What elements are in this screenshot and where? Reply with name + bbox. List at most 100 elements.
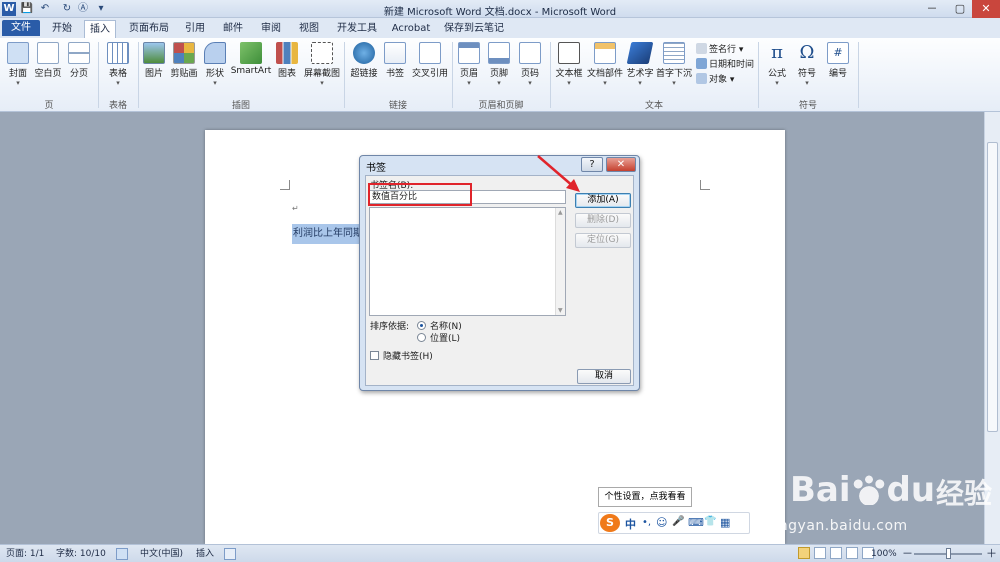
full-screen-reading-icon[interactable] (814, 547, 826, 559)
sort-by-position-radio[interactable]: 位置(L) (417, 331, 460, 344)
hidden-bookmarks-checkbox[interactable]: 隐藏书签(H) (370, 349, 433, 362)
tab-view[interactable]: 视图 (294, 20, 324, 38)
scroll-down-icon[interactable]: ▼ (558, 307, 563, 314)
maximize-button[interactable]: ▢ (946, 0, 974, 18)
symbol-button[interactable]: Ω 符号 ▾ (794, 42, 820, 87)
hyperlink-button[interactable]: 超链接 (348, 42, 380, 79)
tab-references[interactable]: 引用 (180, 20, 210, 38)
cover-page-button[interactable]: 封面 ▾ (4, 42, 32, 87)
bookmark-button[interactable]: 书签 (382, 42, 408, 79)
wordart-button[interactable]: 艺术字 ▾ (626, 42, 654, 87)
punctuation-icon[interactable]: •, (642, 517, 651, 528)
picture-button[interactable]: 图片 (142, 42, 166, 79)
numbering-button[interactable]: # 编号 (824, 42, 852, 79)
blank-page-button[interactable]: 空白页 (33, 42, 63, 79)
tab-page-layout[interactable]: 页面布局 (122, 20, 176, 38)
page-number-button[interactable]: 页码 ▾ (516, 42, 544, 87)
blank-page-icon (37, 42, 59, 64)
group-label-table: 表格 (108, 101, 127, 111)
goto-button[interactable]: 定位(G) (575, 233, 631, 248)
date-time-button[interactable]: 日期和时间 (696, 57, 754, 70)
delete-button[interactable]: 删除(D) (575, 213, 631, 228)
group-label-header-footer: 页眉和页脚 (478, 101, 524, 111)
paragraph-mark: ↵ (292, 204, 299, 213)
radio-icon (417, 333, 426, 342)
clip-art-icon (173, 42, 195, 64)
print-layout-view-icon[interactable] (798, 547, 810, 559)
shapes-icon (204, 42, 226, 64)
screenshot-button[interactable]: 屏幕截图 ▾ (302, 42, 342, 87)
header-icon (458, 42, 480, 64)
tab-file[interactable]: 文件 (2, 20, 40, 36)
keyboard-icon[interactable]: ⌨ (688, 516, 704, 529)
tab-insert[interactable]: 插入 (84, 20, 116, 39)
zoom-slider-thumb[interactable] (946, 548, 951, 559)
close-window-button[interactable]: ✕ (972, 0, 1000, 18)
footer-button[interactable]: 页脚 ▾ (486, 42, 512, 87)
page-count[interactable]: 页面: 1/1 (6, 547, 44, 561)
skin-icon[interactable]: 👕 (704, 516, 716, 527)
quick-parts-button[interactable]: 文档部件 ▾ (586, 42, 624, 87)
text-box-button[interactable]: 文本框 ▾ (554, 42, 584, 87)
numbering-icon: # (827, 42, 849, 64)
margin-corner-mark (700, 180, 710, 190)
word-count[interactable]: 字数: 10/10 (56, 547, 106, 561)
tab-developer[interactable]: 开发工具 (332, 20, 382, 38)
title-bar: W 💾 ↶ ↻ Ⓐ ▾ 新建 Microsoft Word 文档.docx - … (0, 0, 1000, 18)
emoji-icon[interactable]: ☺ (656, 516, 667, 529)
zoom-in-button[interactable]: ＋ (986, 547, 997, 561)
object-icon (696, 73, 707, 84)
toolbox-icon[interactable]: ▦ (720, 516, 730, 529)
signature-line-button[interactable]: 签名行 ▾ (696, 42, 743, 55)
group-label-pages: 页 (44, 101, 54, 111)
cross-reference-button[interactable]: 交叉引用 (410, 42, 450, 79)
bookmark-icon (384, 42, 406, 64)
margin-corner-mark (280, 180, 290, 190)
tab-save-cloud-note[interactable]: 保存到云笔记 (442, 20, 506, 38)
proofing-icon[interactable] (116, 548, 128, 560)
outline-view-icon[interactable] (846, 547, 858, 559)
paw-icon (850, 475, 887, 505)
annotation-arrow (537, 155, 580, 192)
scrollbar-thumb[interactable] (987, 142, 998, 432)
voice-icon[interactable]: 🎤 (672, 516, 684, 527)
zoom-level[interactable]: 100% (871, 547, 897, 561)
ribbon-separator (858, 42, 859, 108)
highlight-box (368, 183, 472, 206)
checkbox-icon (370, 351, 379, 360)
equation-button[interactable]: π 公式 ▾ (764, 42, 790, 87)
table-button[interactable]: 表格 ▾ (104, 42, 132, 87)
ime-mode-toggle[interactable]: 中 (625, 516, 636, 532)
header-button[interactable]: 页眉 ▾ (456, 42, 482, 87)
bookmark-list[interactable]: ▲ ▼ (369, 207, 566, 316)
sogou-logo-icon[interactable]: S (600, 514, 620, 532)
clip-art-button[interactable]: 剪贴画 (169, 42, 199, 79)
language-indicator[interactable]: 中文(中国) (140, 547, 183, 561)
selected-text[interactable]: 利润比上年同期 (292, 224, 360, 244)
chart-button[interactable]: 图表 (275, 42, 299, 79)
dialog-close-button[interactable]: ✕ (606, 157, 636, 172)
smartart-icon (240, 42, 262, 64)
tab-mailings[interactable]: 邮件 (218, 20, 248, 38)
scroll-up-icon[interactable]: ▲ (558, 209, 563, 216)
page-break-button[interactable]: 分页 (66, 42, 92, 79)
shapes-button[interactable]: 形状 ▾ (202, 42, 228, 87)
tab-review[interactable]: 审阅 (256, 20, 286, 38)
cancel-button[interactable]: 取消 (577, 369, 631, 384)
zoom-out-button[interactable]: － (902, 547, 913, 561)
group-label-text: 文本 (644, 101, 663, 111)
watermark-url: jingyan.baidu.com (770, 518, 908, 534)
footer-icon (488, 42, 510, 64)
smartart-button[interactable]: SmartArt (230, 42, 272, 76)
cover-page-icon (7, 42, 29, 64)
minimize-button[interactable]: － (918, 0, 946, 18)
macro-record-icon[interactable] (224, 548, 236, 560)
drop-cap-button[interactable]: 首字下沉 ▾ (656, 42, 692, 87)
web-layout-icon[interactable] (830, 547, 842, 559)
dialog-body: 书签名(B): 数值百分比 ▲ ▼ 添加(A) 删除(D) 定位(G) 排序依据… (365, 175, 634, 386)
object-button[interactable]: 对象 ▾ (696, 72, 734, 85)
tab-acrobat[interactable]: Acrobat (388, 20, 434, 38)
list-scrollbar[interactable]: ▲ ▼ (555, 208, 565, 315)
insert-mode-indicator[interactable]: 插入 (196, 547, 214, 561)
tab-home[interactable]: 开始 (42, 20, 82, 38)
